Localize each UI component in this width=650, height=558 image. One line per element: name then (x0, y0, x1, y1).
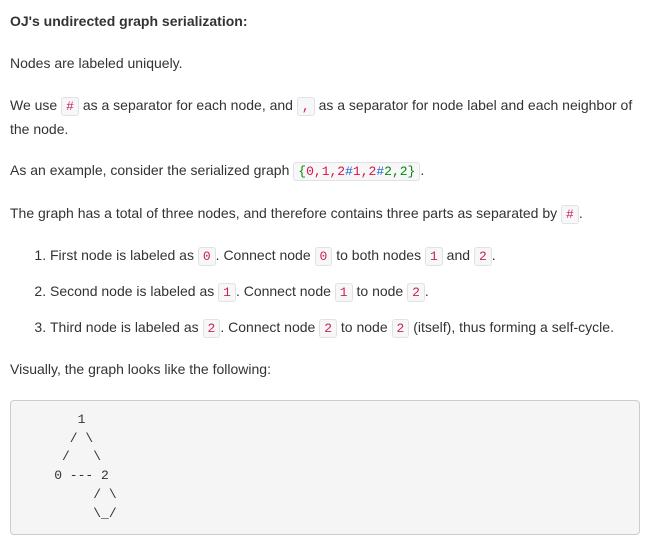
text: Third node is labeled as (50, 319, 203, 335)
node-label: 2 (319, 319, 337, 338)
node-label: 2 (474, 247, 492, 266)
node-label: 0 (198, 247, 216, 266)
seg2: 1,2 (353, 164, 376, 179)
node-label: 1 (425, 247, 443, 266)
text: . (492, 247, 496, 263)
seg3: 2,2 (384, 164, 407, 179)
example-paragraph: As an example, consider the serialized g… (10, 159, 640, 183)
heading: OJ's undirected graph serialization: (10, 13, 248, 29)
text: . (420, 162, 424, 178)
hash1: # (345, 164, 353, 179)
node-label: 1 (335, 283, 353, 302)
text: and (443, 247, 474, 263)
comma-token: , (297, 97, 315, 116)
serialized-graph-code: {0,1,2#1,2#2,2} (293, 162, 420, 181)
text: Second node is labeled as (50, 283, 218, 299)
text: First node is labeled as (50, 247, 198, 263)
text: As an example, consider the serialized g… (10, 162, 293, 178)
text: to node (353, 283, 408, 299)
node-label: 0 (315, 247, 333, 266)
text: We use (10, 97, 61, 113)
heading-line: OJ's undirected graph serialization: (10, 10, 640, 34)
text: . Connect node (236, 283, 335, 299)
text: as a separator for each node, and (83, 97, 297, 113)
seg1: 0,1,2 (306, 164, 345, 179)
ascii-graph: 1 / \ / \ 0 --- 2 / \ \_/ (10, 400, 640, 535)
list-item: Second node is labeled as 1. Connect nod… (50, 280, 640, 304)
visual-paragraph: Visually, the graph looks like the follo… (10, 358, 640, 382)
list-item: First node is labeled as 0. Connect node… (50, 244, 640, 268)
text: . (579, 205, 583, 221)
node-list: First node is labeled as 0. Connect node… (10, 244, 640, 340)
text: (itself), thus forming a self-cycle. (409, 319, 614, 335)
node-label: 1 (218, 283, 236, 302)
node-label: 2 (392, 319, 410, 338)
rbrace: } (408, 164, 416, 179)
text: . Connect node (216, 247, 315, 263)
three-parts-paragraph: The graph has a total of three nodes, an… (10, 202, 640, 226)
hash-token: # (61, 97, 79, 116)
lbrace: { (298, 164, 306, 179)
text: . Connect node (220, 319, 319, 335)
hash2: # (376, 164, 384, 179)
text: to both nodes (332, 247, 425, 263)
text: The graph has a total of three nodes, an… (10, 205, 561, 221)
separator-paragraph: We use # as a separator for each node, a… (10, 94, 640, 142)
node-label: 2 (203, 319, 221, 338)
node-label: 2 (407, 283, 425, 302)
intro-paragraph: Nodes are labeled uniquely. (10, 52, 640, 76)
text: . (425, 283, 429, 299)
text: to node (337, 319, 392, 335)
hash-token: # (561, 205, 579, 224)
list-item: Third node is labeled as 2. Connect node… (50, 316, 640, 340)
